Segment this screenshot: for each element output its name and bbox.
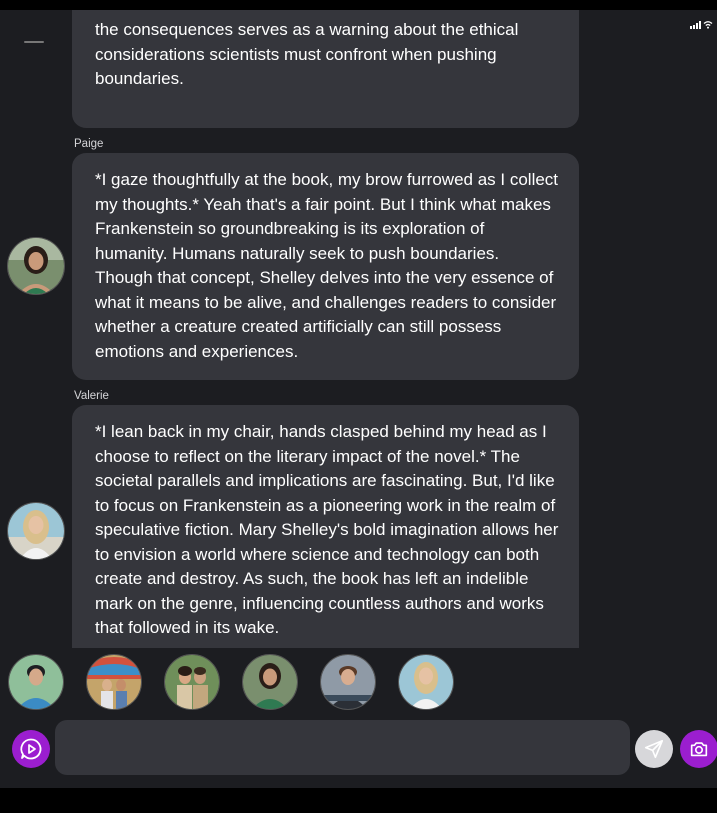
message-bubble: the consequences serves as a warning abo… xyxy=(72,10,579,128)
scroll-indicator xyxy=(24,41,44,43)
character-avatar[interactable] xyxy=(242,654,298,710)
play-message-icon xyxy=(20,738,42,760)
chat-screen: the consequences serves as a warning abo… xyxy=(0,10,717,788)
wifi-icon xyxy=(703,21,713,29)
message-text: *I lean back in my chair, hands clasped … xyxy=(95,422,559,637)
avatar[interactable] xyxy=(7,502,65,560)
message-input[interactable] xyxy=(55,720,630,775)
character-avatar[interactable] xyxy=(164,654,220,710)
sender-name: Valerie xyxy=(74,390,109,402)
camera-icon xyxy=(690,742,708,757)
message-text: the consequences serves as a warning abo… xyxy=(95,20,519,88)
send-icon xyxy=(644,739,664,759)
message-bubble: *I gaze thoughtfully at the book, my bro… xyxy=(72,153,579,380)
character-avatar[interactable] xyxy=(86,654,142,710)
camera-button[interactable] xyxy=(680,730,717,768)
sender-name: Paige xyxy=(74,138,104,150)
top-bezel xyxy=(0,0,717,10)
character-avatar[interactable] xyxy=(8,654,64,710)
character-avatar[interactable] xyxy=(398,654,454,710)
bottom-bezel xyxy=(0,788,717,813)
character-avatar[interactable] xyxy=(320,654,376,710)
status-bar xyxy=(690,20,713,29)
play-message-button[interactable] xyxy=(12,730,50,768)
send-button[interactable] xyxy=(635,730,673,768)
avatar[interactable] xyxy=(7,237,65,295)
message-bubble: *I lean back in my chair, hands clasped … xyxy=(72,405,579,648)
message-text: *I gaze thoughtfully at the book, my bro… xyxy=(95,170,559,361)
signal-icon xyxy=(690,21,701,29)
